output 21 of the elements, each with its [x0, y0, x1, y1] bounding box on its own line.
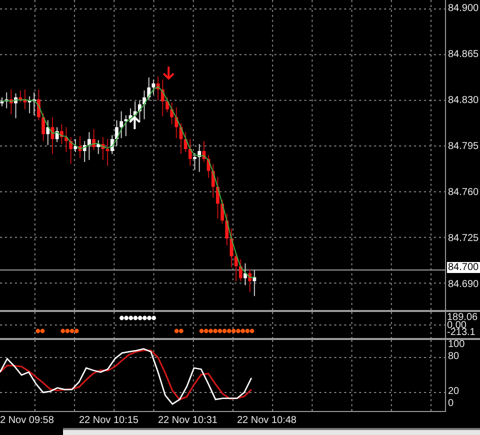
- signal-label: -213.1: [447, 329, 476, 336]
- time-label: 22 Nov 10:48: [237, 414, 298, 426]
- price-label: 84.900: [448, 4, 479, 14]
- price-label: 84.795: [448, 142, 479, 152]
- time-label: 22 Nov 10:31: [158, 414, 218, 426]
- oscillator-label: 0: [448, 399, 454, 409]
- signal-label: 0.00: [447, 322, 466, 329]
- oscillator-label: 80: [448, 352, 460, 362]
- price-label: 84.725: [448, 234, 479, 244]
- oscillator-label: 100: [448, 340, 465, 350]
- current-price-label: 84.700: [447, 262, 480, 273]
- down-arrow-icon: [162, 66, 175, 80]
- price-label: 84.760: [448, 188, 479, 198]
- time-label: 2 Nov 09:58: [0, 414, 55, 426]
- time-label: 22 Nov 10:15: [79, 414, 140, 426]
- price-label: 84.690: [448, 280, 479, 290]
- oscillator-label: 20: [448, 387, 460, 398]
- up-arrow-icon: [128, 116, 141, 130]
- price-label: 84.865: [448, 50, 479, 60]
- signal-label: 189.06: [447, 314, 479, 322]
- price-label: 84.830: [448, 96, 479, 106]
